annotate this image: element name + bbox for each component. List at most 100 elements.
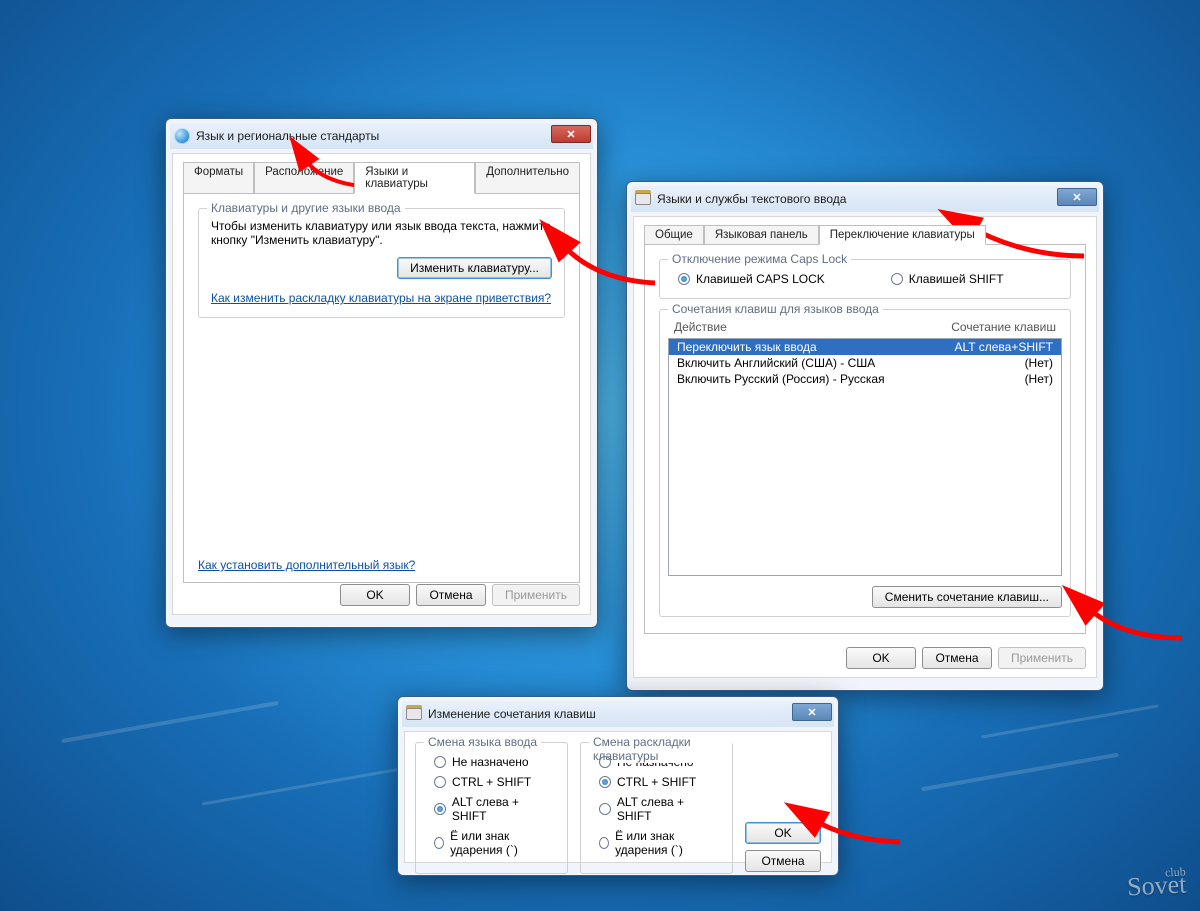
- group-title: Отключение режима Caps Lock: [668, 252, 851, 266]
- tab-general[interactable]: Общие: [644, 225, 704, 245]
- tab-formats[interactable]: Форматы: [183, 162, 254, 194]
- list-item-action: Переключить язык ввода: [677, 340, 817, 354]
- change-key-sequence-window: Изменение сочетания клавиш ✕ Смена языка…: [397, 696, 839, 876]
- radio-icon: [678, 273, 690, 285]
- cancel-button[interactable]: Отмена: [416, 584, 486, 606]
- list-item-action: Включить Английский (США) - США: [677, 356, 875, 370]
- dialog-buttons: OK Отмена: [745, 742, 821, 874]
- change-keyboard-button[interactable]: Изменить клавиатуру...: [397, 257, 552, 279]
- radio-label: Ё или знак ударения (`): [450, 829, 555, 857]
- window-title: Язык и региональные стандарты: [196, 129, 379, 143]
- list-header: Действие Сочетание клавиш: [668, 320, 1062, 338]
- keyboard-icon: [406, 708, 422, 720]
- keyboard-layout-switch-group: Смена раскладки клавиатуры Не назначеноC…: [580, 742, 733, 874]
- radio-icon: [434, 756, 446, 768]
- window-body: Смена языка ввода Не назначено CTRL + SHI…: [404, 731, 832, 863]
- window-title: Языки и службы текстового ввода: [657, 192, 846, 206]
- radio-label: Не назначено: [452, 755, 529, 769]
- decor-streak: [921, 753, 1119, 792]
- link-install-additional-language[interactable]: Как установить дополнительный язык?: [198, 558, 415, 572]
- input-language-option[interactable]: Не назначено: [434, 755, 555, 769]
- tabs: Форматы Расположение Языки и клавиатуры …: [183, 162, 580, 194]
- radio-label: Клавишей CAPS LOCK: [696, 272, 825, 286]
- ok-button[interactable]: OK: [745, 822, 821, 844]
- radio-label: Клавишей SHIFT: [909, 272, 1004, 286]
- apply-button: Применить: [998, 647, 1086, 669]
- ok-button[interactable]: OK: [340, 584, 410, 606]
- tab-language-bar[interactable]: Языковая панель: [704, 225, 819, 245]
- titlebar[interactable]: Язык и региональные стандарты ✕: [170, 123, 593, 149]
- radio-label: CTRL + SHIFT: [617, 775, 696, 789]
- link-change-welcome-screen-layout[interactable]: Как изменить раскладку клавиатуры на экр…: [211, 291, 551, 305]
- radio-capslock-key[interactable]: Клавишей CAPS LOCK: [678, 272, 825, 286]
- col-action: Действие: [674, 320, 727, 334]
- col-combo: Сочетание клавиш: [951, 320, 1056, 334]
- group-title: Смена языка ввода: [424, 735, 541, 749]
- radio-icon: [891, 273, 903, 285]
- region-language-window: Язык и региональные стандарты ✕ Форматы …: [165, 118, 598, 628]
- list-item-combo: (Нет): [1025, 372, 1053, 386]
- radio-icon: [599, 837, 609, 849]
- tab-location[interactable]: Расположение: [254, 162, 354, 194]
- keyboard-layout-option[interactable]: Ё или знак ударения (`): [599, 829, 720, 857]
- radio-icon: [434, 803, 446, 815]
- dialog-buttons: OK Отмена Применить: [340, 584, 580, 606]
- close-button[interactable]: ✕: [1057, 188, 1097, 206]
- radio-icon: [599, 776, 611, 788]
- input-language-switch-group: Смена языка ввода Не назначеноCTRL + SHI…: [415, 742, 568, 874]
- radio-icon: [434, 837, 444, 849]
- text-services-window: Языки и службы текстового ввода ✕ Общие …: [626, 181, 1104, 691]
- tab-keyboards-languages[interactable]: Языки и клавиатуры: [354, 162, 475, 194]
- cancel-button[interactable]: Отмена: [745, 850, 821, 872]
- watermark: club Sovet: [1126, 864, 1187, 902]
- radio-label: ALT слева + SHIFT: [617, 795, 720, 823]
- input-language-option[interactable]: CTRL + SHIFT: [434, 775, 555, 789]
- hotkeys-group: Сочетания клавиш для языков ввода Действ…: [659, 309, 1071, 617]
- cancel-button[interactable]: Отмена: [922, 647, 992, 669]
- hotkey-list[interactable]: Переключить язык вводаALT слева+SHIFTВкл…: [668, 338, 1062, 576]
- keyboards-group: Клавиатуры и другие языки ввода Чтобы из…: [198, 208, 565, 318]
- decor-streak: [61, 701, 278, 743]
- keyboard-icon: [635, 193, 651, 205]
- window-title: Изменение сочетания клавиш: [428, 707, 596, 721]
- radio-label: ALT слева + SHIFT: [452, 795, 555, 823]
- list-item-combo: ALT слева+SHIFT: [955, 340, 1054, 354]
- keyboard-layout-option[interactable]: ALT слева + SHIFT: [599, 795, 720, 823]
- tab-content: Отключение режима Caps Lock Клавишей CAP…: [644, 244, 1086, 634]
- capslock-group: Отключение режима Caps Lock Клавишей CAP…: [659, 259, 1071, 299]
- tab-content: Клавиатуры и другие языки ввода Чтобы из…: [183, 193, 580, 583]
- ok-button[interactable]: OK: [846, 647, 916, 669]
- tab-keyboard-switching[interactable]: Переключение клавиатуры: [819, 225, 986, 245]
- list-item-combo: (Нет): [1025, 356, 1053, 370]
- radio-icon: [599, 756, 611, 768]
- close-icon: ✕: [566, 128, 575, 141]
- radio-shift-key[interactable]: Клавишей SHIFT: [891, 272, 1004, 286]
- titlebar[interactable]: Изменение сочетания клавиш ✕: [402, 701, 834, 727]
- radio-label: Ё или знак ударения (`): [615, 829, 720, 857]
- group-description: Чтобы изменить клавиатуру или язык ввода…: [211, 219, 552, 247]
- tabs: Общие Языковая панель Переключение клави…: [644, 225, 1086, 245]
- close-button[interactable]: ✕: [792, 703, 832, 721]
- group-title: Клавиатуры и другие языки ввода: [207, 201, 405, 215]
- close-icon: ✕: [807, 706, 816, 719]
- list-item[interactable]: Включить Русский (Россия) - Русская (Нет): [669, 371, 1061, 387]
- watermark-name: Sovet: [1126, 869, 1187, 901]
- close-button[interactable]: ✕: [551, 125, 591, 143]
- apply-button: Применить: [492, 584, 580, 606]
- input-language-option[interactable]: ALT слева + SHIFT: [434, 795, 555, 823]
- radio-icon: [434, 776, 446, 788]
- input-language-option[interactable]: Ё или знак ударения (`): [434, 829, 555, 857]
- close-icon: ✕: [1072, 191, 1081, 204]
- decor-streak: [981, 704, 1159, 738]
- list-item[interactable]: Включить Английский (США) - США (Нет): [669, 355, 1061, 371]
- tab-advanced[interactable]: Дополнительно: [475, 162, 580, 194]
- change-key-sequence-button[interactable]: Сменить сочетание клавиш...: [872, 586, 1062, 608]
- window-body: Общие Языковая панель Переключение клави…: [633, 216, 1097, 678]
- radio-label: CTRL + SHIFT: [452, 775, 531, 789]
- list-item-action: Включить Русский (Россия) - Русская: [677, 372, 885, 386]
- globe-icon: [174, 128, 190, 144]
- list-item[interactable]: Переключить язык ввода ALT слева+SHIFT: [669, 339, 1061, 355]
- group-title: Сочетания клавиш для языков ввода: [668, 302, 883, 316]
- keyboard-layout-option[interactable]: CTRL + SHIFT: [599, 775, 720, 789]
- titlebar[interactable]: Языки и службы текстового ввода ✕: [631, 186, 1099, 212]
